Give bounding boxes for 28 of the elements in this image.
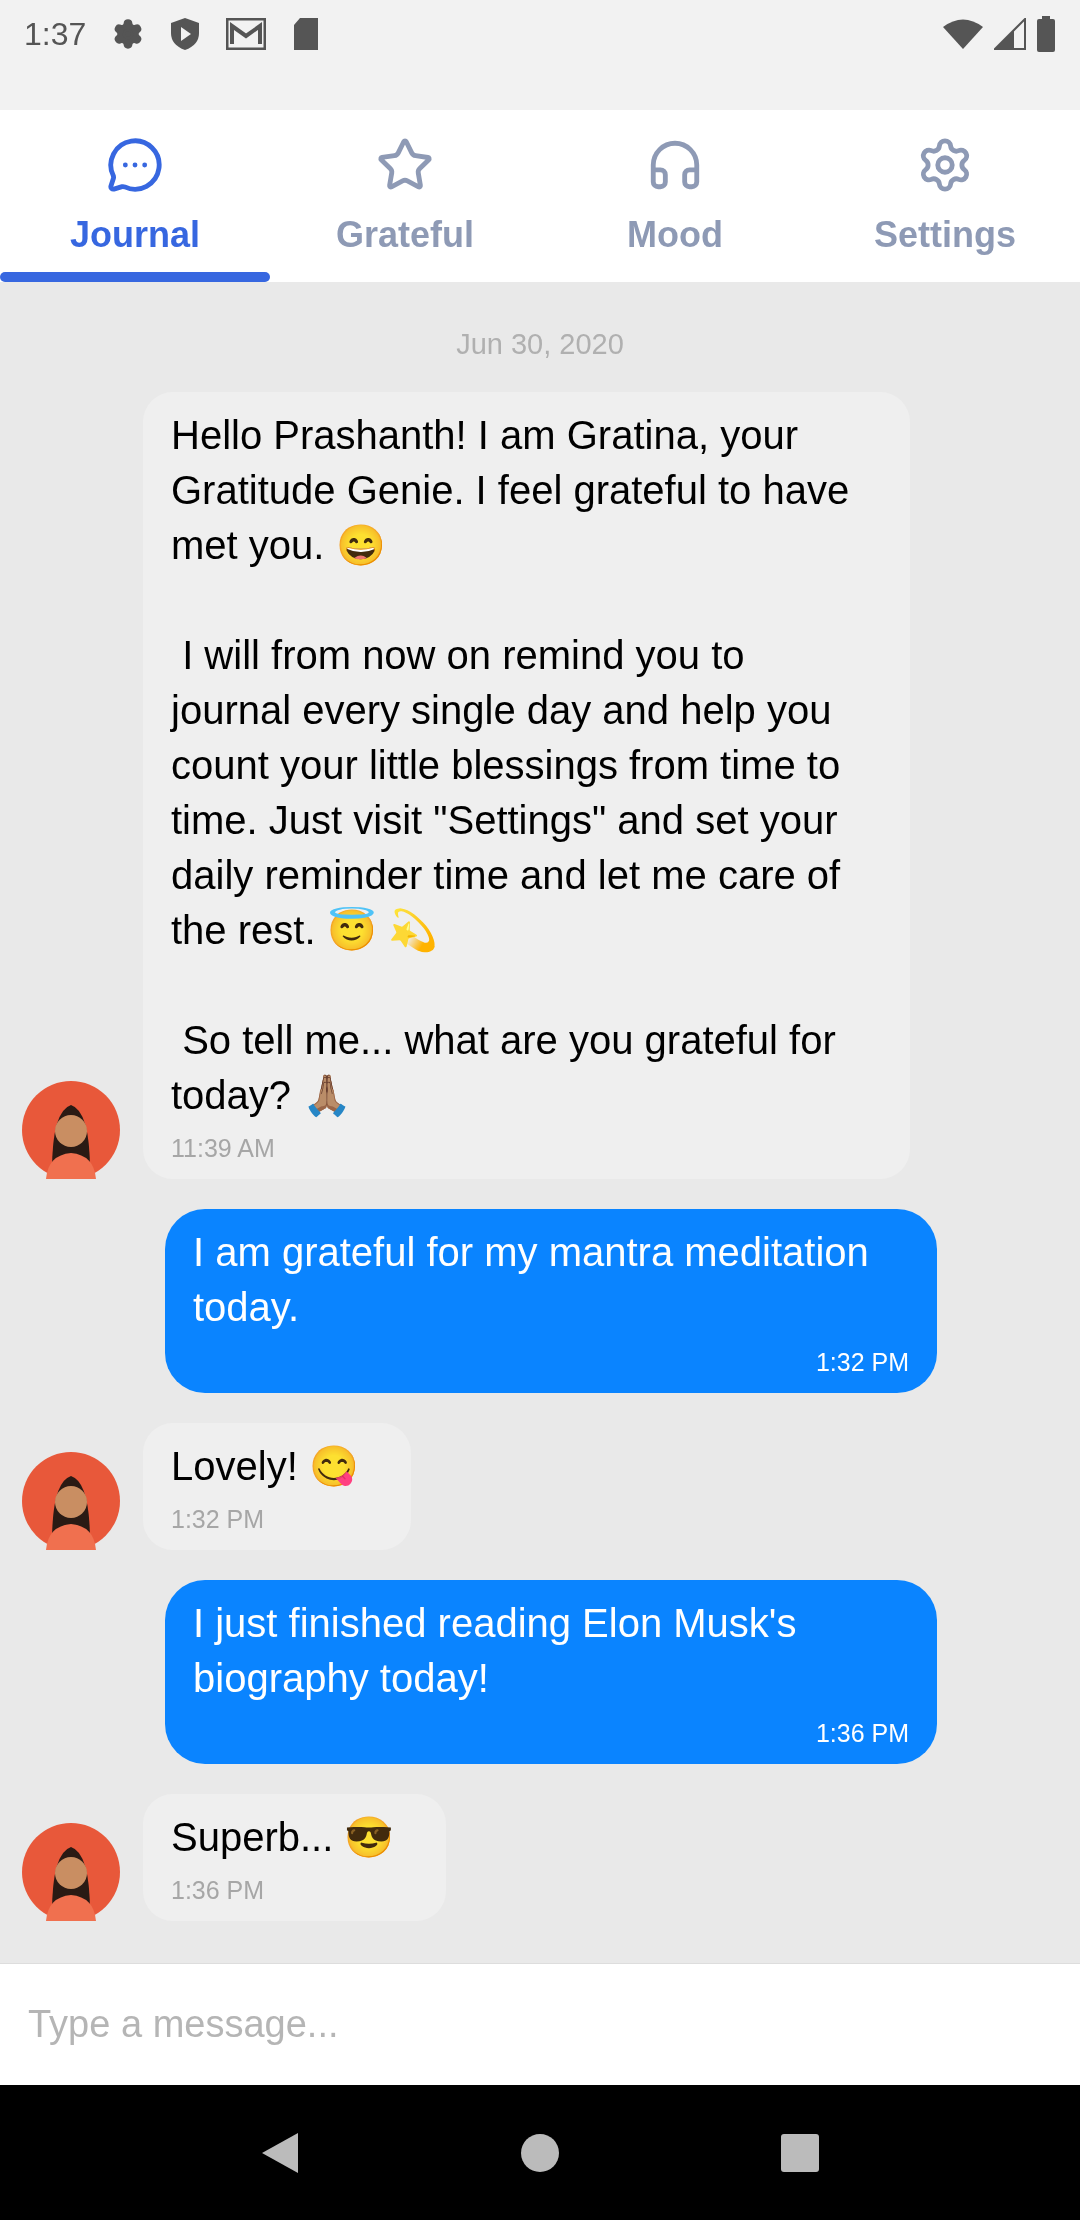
message-field[interactable]: Type a message... bbox=[0, 1963, 1080, 2085]
mail-icon bbox=[226, 18, 267, 50]
message-text: Lovely! 😋 bbox=[171, 1443, 359, 1490]
tab[interactable]: Grateful bbox=[270, 110, 540, 282]
message-text: I am grateful for my mantra meditation today. bbox=[193, 1229, 870, 1331]
tab[interactable]: Mood bbox=[540, 110, 810, 282]
home-icon[interactable] bbox=[520, 2132, 560, 2173]
message-text: Superb... 😎 bbox=[171, 1814, 395, 1861]
message-time: 1:36 PM bbox=[171, 1875, 266, 1906]
message-time: 1:32 PM bbox=[171, 1504, 266, 1535]
status-time: 1:37 bbox=[24, 15, 87, 54]
tab[interactable]: Journal bbox=[0, 110, 270, 282]
date-label: Jun 30, 2020 bbox=[456, 327, 624, 362]
shield-icon bbox=[170, 17, 201, 51]
message-time: 1:32 PM bbox=[815, 1347, 909, 1378]
sd-card-icon bbox=[292, 17, 321, 51]
back-icon[interactable] bbox=[260, 2130, 300, 2175]
wifi-icon bbox=[942, 18, 984, 50]
message-time: 11:39 AM bbox=[171, 1133, 276, 1164]
message-input[interactable]: Type a message... bbox=[28, 1996, 1052, 2053]
battery-icon bbox=[1036, 16, 1056, 52]
message-time: 1:36 PM bbox=[815, 1718, 909, 1749]
message-text: Hello Prashanth! I am Gratina, your Gratitude Genie. I feel grateful to have met you. 😄 I will from now on remind you to journal every single day and help you count your little blessings from time to time. Just visit "Settings" and set your daily reminder time and let me care of the rest. 😇 💫 So tell me... what are you grateful for today? 🙏🏽 bbox=[171, 412, 851, 1119]
signal-icon bbox=[994, 18, 1026, 50]
message-text: I just finished reading Elon Musk's biography today! bbox=[193, 1600, 798, 1702]
chat-bubble-icon bbox=[106, 136, 164, 194]
recents-icon[interactable] bbox=[780, 2132, 820, 2173]
tab[interactable]: Settings bbox=[810, 110, 1080, 282]
